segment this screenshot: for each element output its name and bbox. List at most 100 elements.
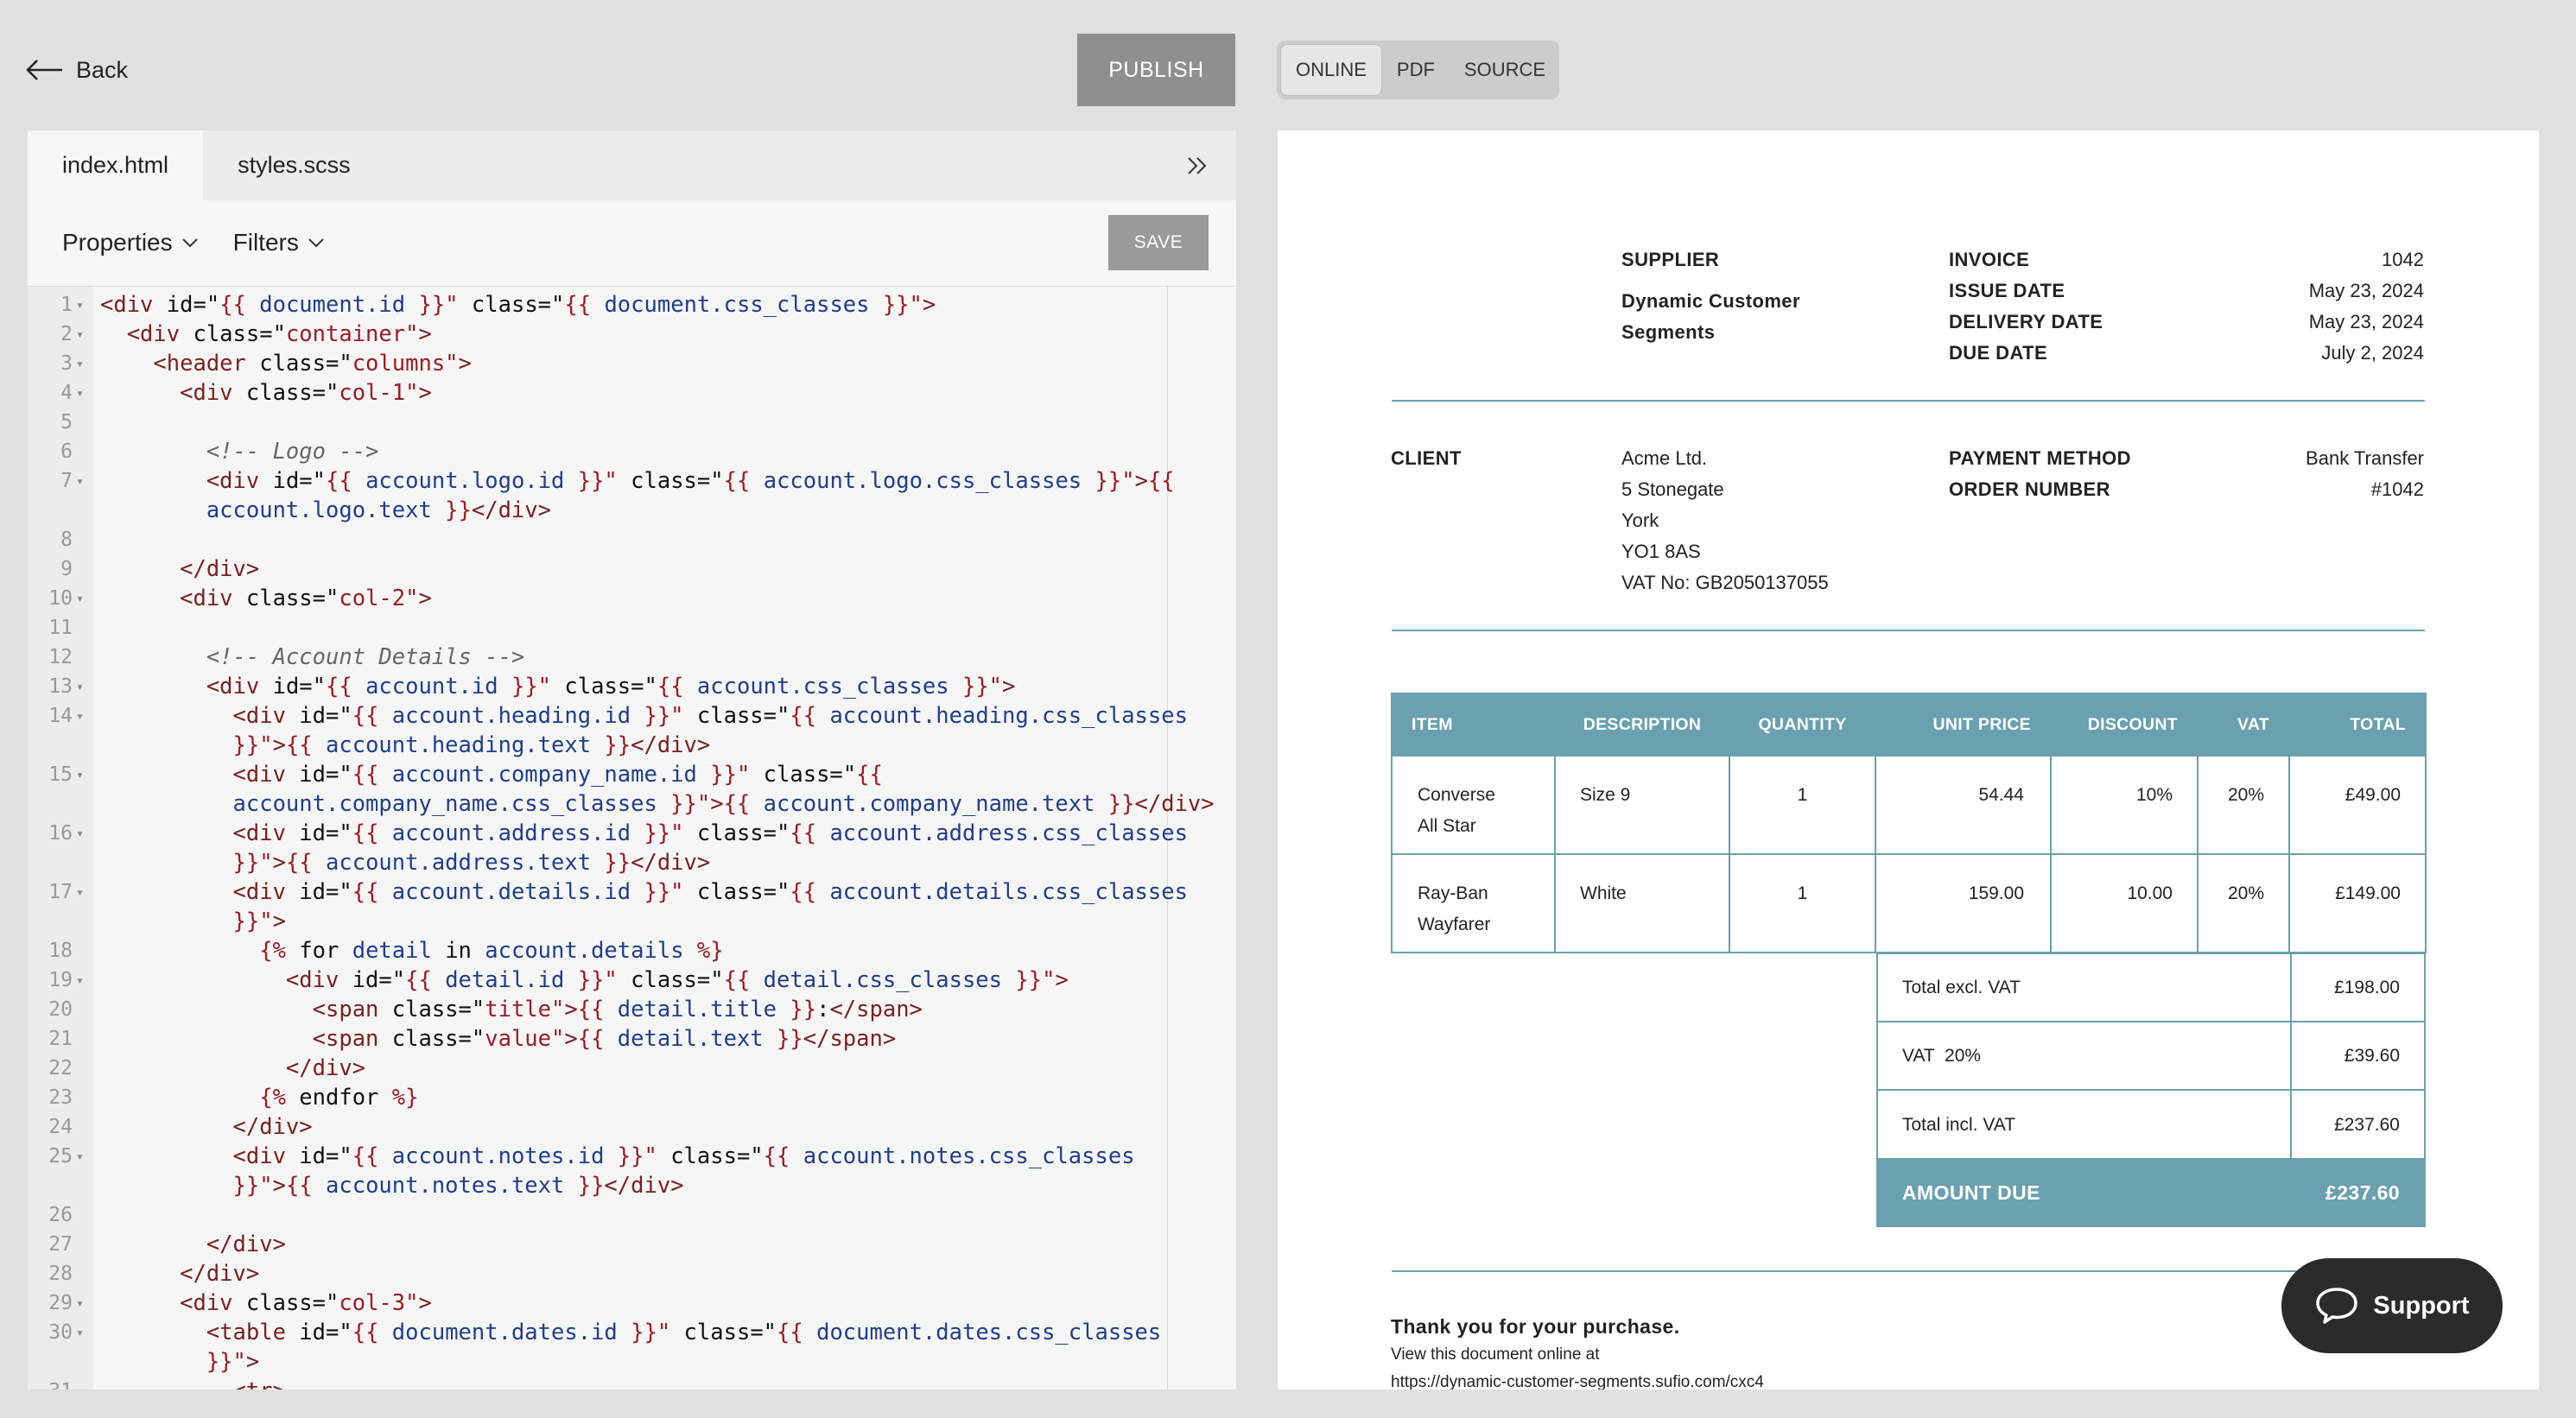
code-token: }}" — [949, 674, 1003, 700]
code-area[interactable]: 1 ▾ <div id="{{ document.id }}" class="{{ … — [28, 286, 1236, 1390]
code-line[interactable]: 29 ▾ <div class="col-3"> — [28, 1288, 1236, 1318]
code-line[interactable]: }}">{{ account.notes.text }}</div> — [28, 1171, 1236, 1200]
code-text: <table id="{{ document.dates.id }}" clas… — [100, 1318, 1161, 1347]
fold-arrow-icon[interactable]: ▾ — [76, 760, 84, 789]
code-line[interactable]: 25 ▾ <div id="{{ account.notes.id }}" cla… — [28, 1142, 1236, 1171]
fold-arrow-icon[interactable]: ▾ — [76, 349, 84, 378]
fold-arrow-icon[interactable]: ▾ — [76, 819, 84, 848]
code-line[interactable]: 18 {% for detail in account.details %} — [28, 936, 1236, 965]
fold-arrow-icon[interactable]: ▾ — [76, 1377, 84, 1390]
code-text: {% for detail in account.details %} — [100, 936, 723, 965]
properties-dropdown[interactable]: Properties — [62, 229, 199, 256]
code-line[interactable]: 27 </div> — [28, 1230, 1236, 1259]
code-line[interactable]: 24 </div> — [28, 1112, 1236, 1142]
code-token: <!-- Logo --> — [100, 439, 379, 465]
fold-arrow-icon[interactable]: ▾ — [76, 877, 84, 907]
code-token: <header — [100, 351, 260, 377]
view-pdf-tab[interactable]: PDF — [1382, 44, 1450, 96]
code-line[interactable]: }}">{{ account.address.text }}</div> — [28, 848, 1236, 877]
line-number: 19 — [48, 969, 73, 991]
code-token: account.notes.text — [326, 1173, 565, 1199]
code-line[interactable]: 2 ▾ <div class="container"> — [28, 320, 1236, 349]
code-line[interactable]: 7 ▾ <div id="{{ account.logo.id }}" class… — [28, 466, 1236, 496]
view-source-tab[interactable]: SOURCE — [1450, 44, 1560, 96]
code-line[interactable]: 28 </div> — [28, 1259, 1236, 1288]
code-line[interactable]: 20 <span class="title">{{ detail.title }… — [28, 995, 1236, 1024]
code-line[interactable]: 30 ▾ <table id="{{ document.dates.id }}" … — [28, 1318, 1236, 1347]
code-line[interactable]: 8 — [28, 525, 1236, 554]
code-line[interactable]: 14 ▾ <div id="{{ account.heading.id }}" c… — [28, 701, 1236, 731]
code-line[interactable]: 4 ▾ <div class="col-1"> — [28, 378, 1236, 408]
code-line[interactable]: 26 — [28, 1200, 1236, 1230]
code-line[interactable]: account.company_name.css_classes }}">{{ … — [28, 789, 1236, 819]
code-line[interactable]: 31▾ <tr> — [28, 1377, 1236, 1390]
code-line[interactable]: 3 ▾ <header class="columns"> — [28, 349, 1236, 378]
fold-arrow-icon[interactable]: ▾ — [76, 701, 84, 731]
code-line[interactable]: account.logo.text }}</div> — [28, 496, 1236, 525]
code-line[interactable]: 9 </div> — [28, 554, 1236, 584]
code-line[interactable]: }}"> — [28, 907, 1236, 936]
code-token: }} — [591, 732, 631, 758]
code-line[interactable]: 13 ▾ <div id="{{ account.id }}" class="{{… — [28, 672, 1236, 701]
fold-arrow-icon[interactable]: ▾ — [76, 290, 84, 320]
code-line[interactable]: 15 ▾ <div id="{{ account.company_name.id … — [28, 760, 1236, 789]
code-line[interactable]: 6 <!-- Logo --> — [28, 437, 1236, 466]
fold-arrow-icon[interactable]: ▾ — [76, 584, 84, 613]
fold-arrow-icon[interactable]: ▾ — [76, 1318, 84, 1347]
code-line[interactable]: 21 <span class="value">{{ detail.text }}… — [28, 1024, 1236, 1054]
code-line[interactable]: 19 ▾ <div id="{{ detail.id }}" class="{{ … — [28, 965, 1236, 995]
totals-row: Total incl. VAT £237.60 — [1878, 1091, 2424, 1159]
code-line[interactable]: 11 — [28, 613, 1236, 643]
code-text: </div> — [100, 1230, 286, 1259]
fold-arrow-icon[interactable]: ▾ — [76, 965, 84, 995]
line-number: 25 — [48, 1145, 73, 1168]
tab-index-html[interactable]: index.html — [28, 130, 204, 200]
fold-arrow-icon[interactable]: ▾ — [76, 466, 84, 496]
code-token: <table — [100, 1320, 300, 1345]
code-line[interactable]: 12 <!-- Account Details --> — [28, 643, 1236, 672]
code-token: > — [1002, 674, 1016, 700]
fold-arrow-icon[interactable]: ▾ — [76, 1288, 84, 1318]
line-number: 21 — [48, 1028, 73, 1050]
code-token: id=" — [299, 762, 352, 788]
collapse-panel-button[interactable] — [1158, 130, 1236, 200]
code-line[interactable]: 22 </div> — [28, 1054, 1236, 1083]
code-token: account.logo.css_classes — [763, 468, 1082, 494]
code-token: }}" — [696, 762, 751, 788]
line-number: 15 — [48, 763, 73, 786]
item-quantity: 1 — [1729, 853, 1876, 953]
code-line[interactable]: 5 — [28, 408, 1236, 437]
amount-due-value: £237.60 — [2325, 1181, 2400, 1204]
code-line[interactable]: }}">{{ account.heading.text }}</div> — [28, 731, 1236, 760]
code-token: {{ — [790, 820, 830, 846]
code-line[interactable]: }}"> — [28, 1347, 1236, 1377]
due-date-label: DUE DATE — [1949, 342, 2048, 364]
save-button[interactable]: SAVE — [1108, 215, 1209, 270]
back-button[interactable]: Back — [26, 50, 128, 90]
code-line[interactable]: 17 ▾ <div id="{{ account.details.id }}" c… — [28, 877, 1236, 907]
line-number: 6 — [60, 440, 73, 463]
table-row: Ray-Ban Wayfarer White 1 159.00 10.00 20%… — [1391, 853, 2427, 953]
filters-dropdown[interactable]: Filters — [233, 229, 325, 256]
code-text: <div id="{{ account.address.id }}" class… — [100, 819, 1188, 848]
code-text: }}">{{ account.heading.text }}</div> — [100, 731, 711, 760]
code-line[interactable]: 23 {% endfor %} — [28, 1083, 1236, 1112]
code-line[interactable]: 1 ▾ <div id="{{ document.id }}" class="{{ … — [28, 290, 1236, 320]
view-online-tab[interactable]: ONLINE — [1280, 44, 1382, 96]
code-line[interactable]: 16 ▾ <div id="{{ account.address.id }}" c… — [28, 819, 1236, 848]
invoice-url-link[interactable]: https://dynamic-customer-segments.sufio.… — [1391, 1373, 1764, 1390]
code-token: {{ — [352, 1143, 392, 1169]
tab-styles-scss[interactable]: styles.scss — [203, 130, 385, 200]
code-token: {{ — [352, 879, 392, 905]
publish-button[interactable]: PUBLISH — [1077, 34, 1235, 106]
fold-arrow-icon[interactable]: ▾ — [76, 672, 84, 701]
fold-arrow-icon[interactable]: ▾ — [76, 378, 84, 408]
fold-arrow-icon[interactable]: ▾ — [76, 320, 84, 349]
code-token: class=" — [617, 468, 724, 494]
support-button[interactable]: Support — [2281, 1258, 2503, 1353]
code-line[interactable]: 10 ▾ <div class="col-2"> — [28, 584, 1236, 613]
item-description: Size 9 — [1554, 755, 1730, 855]
fold-arrow-icon[interactable]: ▾ — [76, 1142, 84, 1171]
line-number: 18 — [48, 940, 73, 962]
line-number: 16 — [48, 822, 73, 845]
